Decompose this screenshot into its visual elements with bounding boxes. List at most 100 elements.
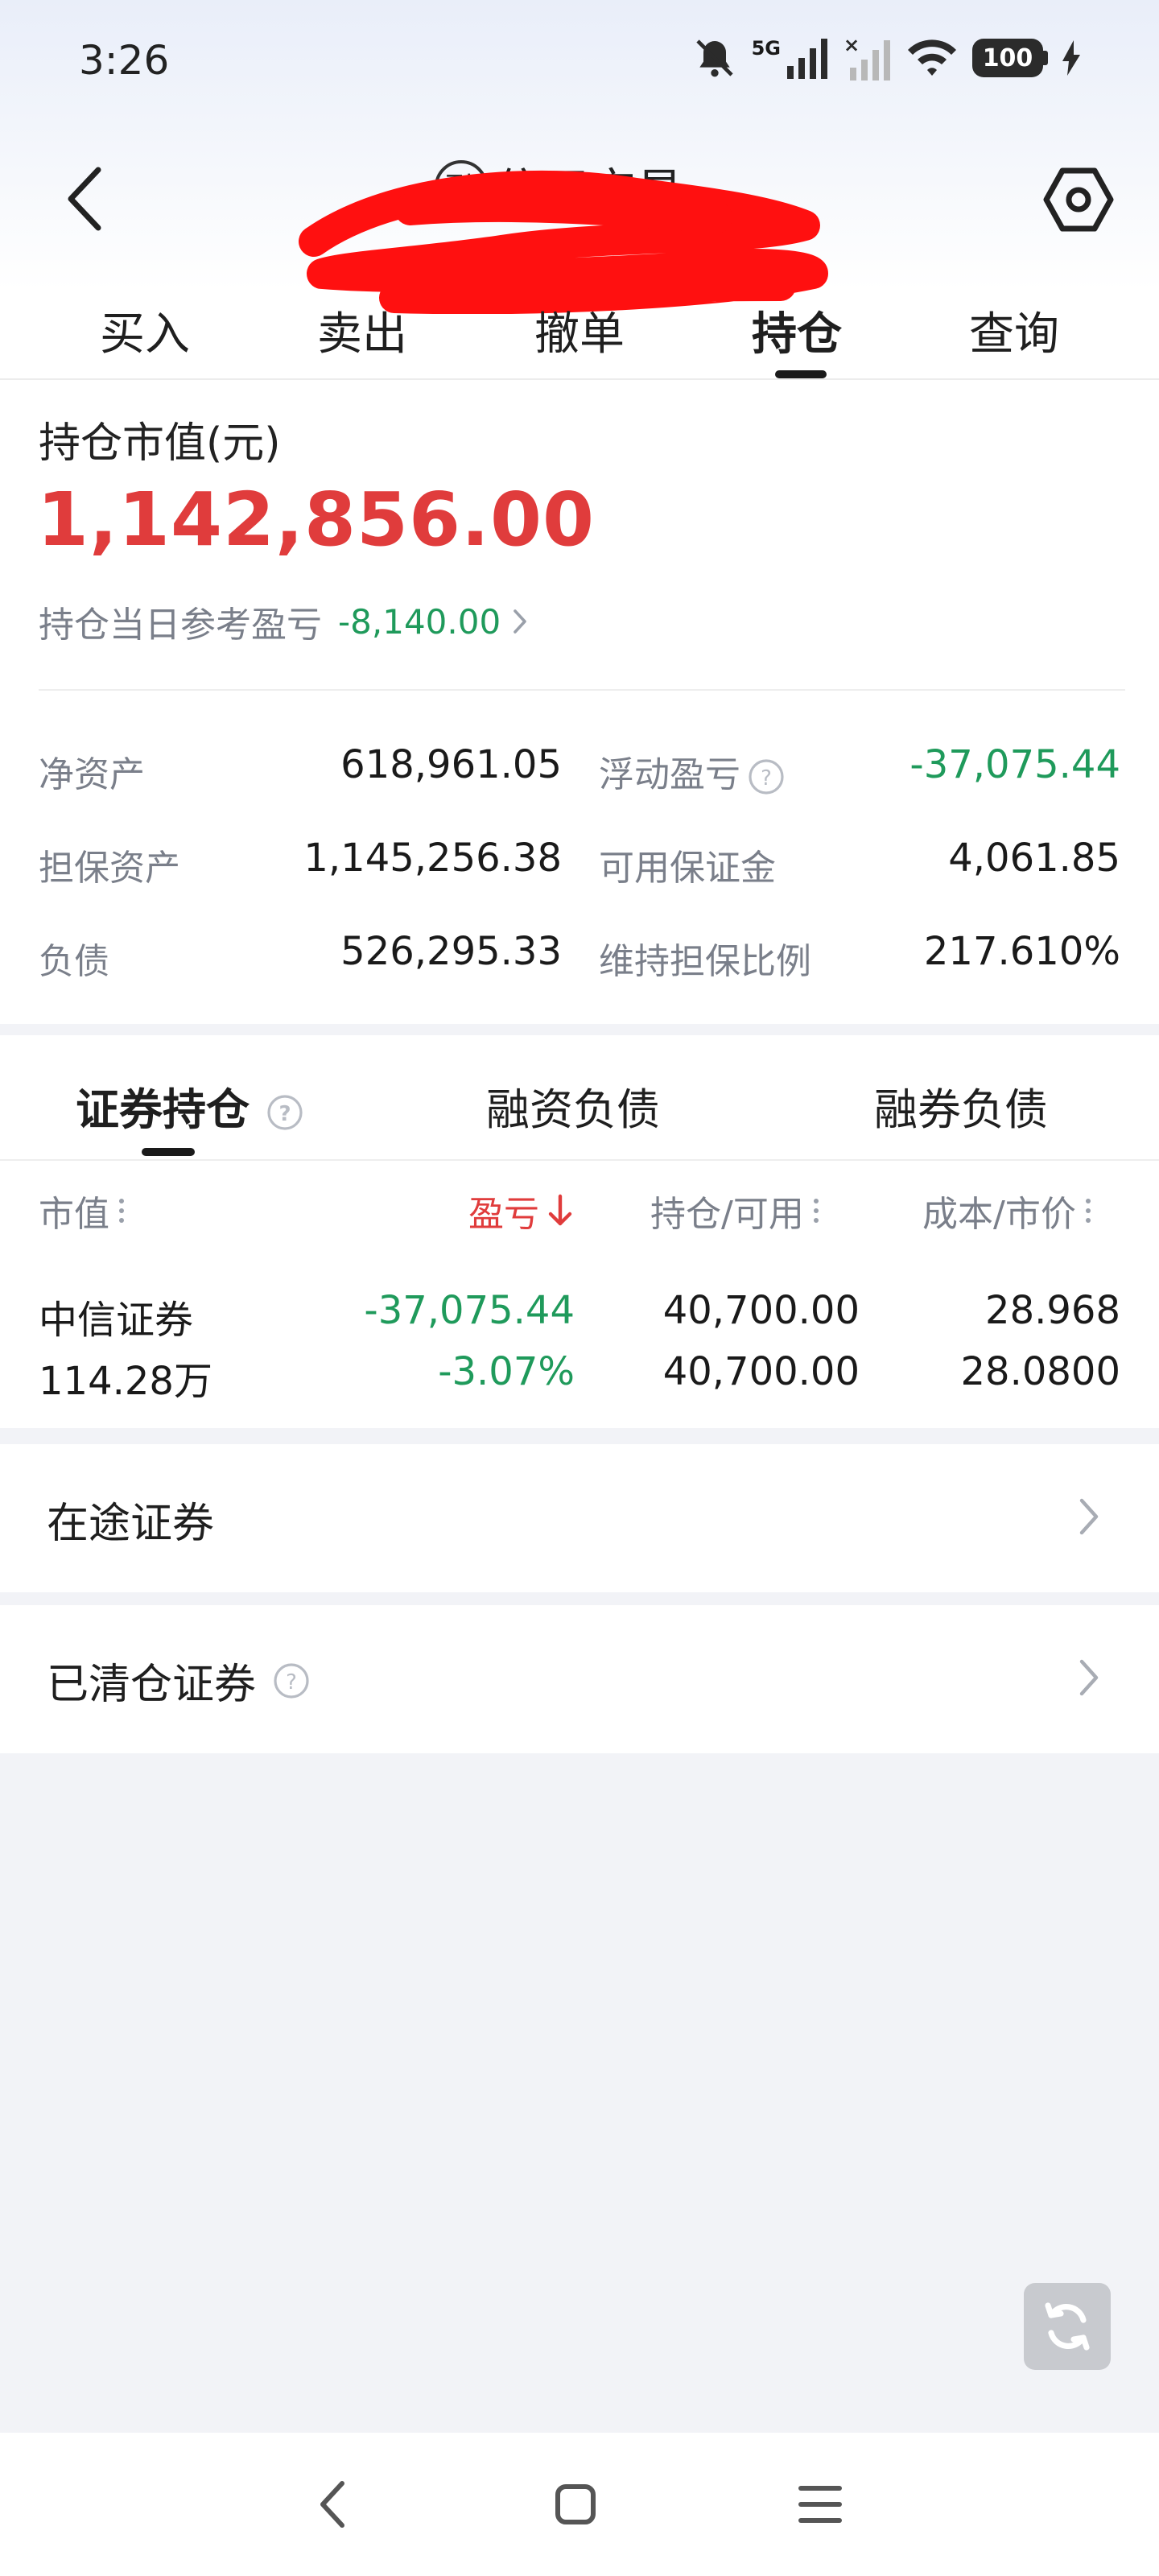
refresh-button[interactable] [1024, 2283, 1111, 2370]
mute-bell-icon [695, 39, 733, 77]
status-time: 3:26 [79, 37, 170, 84]
more-dots-icon [119, 1199, 124, 1223]
metric-row: 负债 526,295.33 维持担保比例 217.610% [0, 921, 1159, 985]
tab-cancel[interactable]: 撤单 [471, 290, 688, 378]
chevron-right-icon [1079, 1498, 1099, 1535]
summary-card: 持仓市值(元) 1,142,856.00 持仓当日参考盈亏 -8,140.00 … [0, 380, 1159, 1024]
metric-row: 净资产 618,961.05 浮动盈亏? -37,075.44 [0, 734, 1159, 799]
stock-pl: -37,075.44 [364, 1288, 575, 1333]
cleared-securities-row[interactable]: 已清仓证券? [0, 1605, 1159, 1753]
col-cost-label: 成本/市价 [922, 1194, 1076, 1235]
status-bar: 3:26 5G × 100 [0, 0, 1159, 129]
liabilities-value: 526,295.33 [340, 929, 562, 974]
tab-positions[interactable]: 持仓 [688, 290, 905, 378]
help-icon[interactable]: ? [272, 1662, 311, 1700]
charging-icon [1062, 40, 1080, 76]
stock-available: 40,700.00 [662, 1349, 860, 1394]
page-title: 信用交易 [496, 163, 683, 218]
col-position-header[interactable]: 持仓/可用 [650, 1185, 819, 1236]
battery-level: 100 [972, 39, 1043, 77]
maintenance-ratio-label: 维持担保比例 [599, 941, 811, 982]
tab-securities-holdings[interactable]: 证券持仓? [76, 1074, 304, 1137]
stock-position: 40,700.00 [662, 1288, 860, 1333]
floating-pl-label: 浮动盈亏 [599, 754, 740, 795]
back-arrow-icon [68, 167, 101, 231]
header: 融 信用交易 [0, 145, 1159, 250]
metric-row: 担保资产 1,145,256.38 可用保证金 4,061.85 [0, 828, 1159, 892]
maintenance-ratio-value: 217.610% [923, 929, 1120, 974]
svg-text:?: ? [278, 1102, 291, 1126]
tab-securities-holdings-label: 证券持仓 [76, 1084, 250, 1135]
collateral-assets-value: 1,145,256.38 [303, 836, 562, 881]
help-icon[interactable]: ? [747, 758, 786, 796]
trade-tabs: 买入 卖出 撤单 持仓 查询 [0, 290, 1159, 378]
in-transit-securities-label: 在途证券 [47, 1500, 215, 1548]
header-title-group: 融 信用交易 [435, 153, 683, 221]
col-market-value-header[interactable]: 市值 [39, 1185, 124, 1236]
sort-down-arrow-icon [548, 1194, 572, 1226]
svg-text:×: × [843, 35, 860, 56]
holdings-section: 证券持仓? 融资负债 融券负债 市值 盈亏 持仓/可用 成本/市价 中信证券 1… [0, 1035, 1159, 1428]
chevron-right-icon [1079, 1659, 1099, 1696]
margin-badge-icon: 融 [435, 160, 488, 213]
col-market-value-label: 市值 [39, 1194, 109, 1235]
floating-pl-value: -37,075.44 [909, 742, 1120, 787]
daily-pl-value: -8,140.00 [338, 601, 501, 642]
battery-icon: 100 [972, 39, 1048, 77]
nav-home-icon [555, 2484, 596, 2524]
cleared-securities-label-group: 已清仓证券? [47, 1650, 311, 1711]
status-icons: 5G × 100 [692, 35, 1080, 80]
network-5g-icon: 5G [752, 37, 829, 79]
chevron-right-icon [514, 609, 526, 634]
stock-price: 28.0800 [960, 1349, 1121, 1394]
tab-securities-lending-liabilities[interactable]: 融券负债 [874, 1074, 1048, 1137]
available-margin-label: 可用保证金 [599, 848, 776, 889]
net-assets-value: 618,961.05 [340, 742, 562, 787]
floating-pl-label-group: 浮动盈亏? [599, 745, 786, 797]
tab-query[interactable]: 查询 [905, 290, 1123, 378]
nav-menu-icon [798, 2486, 842, 2523]
tab-sell[interactable]: 卖出 [254, 290, 471, 378]
nav-home-button[interactable] [539, 2468, 612, 2541]
signal-bars-icon [787, 39, 827, 79]
nav-menu-button[interactable] [784, 2468, 856, 2541]
col-cost-header[interactable]: 成本/市价 [922, 1185, 1091, 1236]
refresh-icon [1045, 2302, 1090, 2351]
more-dots-icon [1085, 1199, 1091, 1223]
stock-pl-pct: -3.07% [438, 1349, 575, 1394]
sub-tabs-divider [0, 1159, 1159, 1161]
stock-market-value: 114.28万 [39, 1359, 212, 1404]
holdings-sub-tabs: 证券持仓? 融资负债 融券负债 [0, 1035, 1159, 1161]
table-row[interactable]: 中信证券 114.28万 -37,075.44 -3.07% 40,700.00… [0, 1277, 1159, 1422]
daily-pl-label: 持仓当日参考盈亏 [39, 605, 322, 646]
tab-buy[interactable]: 买入 [36, 290, 254, 378]
collateral-assets-label: 担保资产 [39, 848, 180, 889]
hexagon-settings-icon [1043, 167, 1114, 232]
cleared-securities-label: 已清仓证券 [47, 1661, 257, 1709]
daily-pl-link[interactable]: 持仓当日参考盈亏 -8,140.00 [39, 596, 528, 647]
nav-back-icon [320, 2481, 344, 2528]
col-position-label: 持仓/可用 [650, 1194, 804, 1235]
available-margin-value: 4,061.85 [948, 836, 1120, 881]
stock-name: 中信证券 [39, 1298, 194, 1343]
market-value: 1,142,856.00 [37, 477, 595, 563]
help-icon[interactable]: ? [266, 1093, 304, 1132]
liabilities-label: 负债 [39, 941, 109, 982]
nav-back-button[interactable] [296, 2468, 369, 2541]
summary-divider [39, 689, 1125, 691]
back-button[interactable] [52, 163, 116, 235]
network-label: 5G [751, 37, 781, 60]
col-pl-label: 盈亏 [468, 1194, 539, 1235]
market-value-label: 持仓市值(元) [39, 419, 281, 468]
svg-text:?: ? [286, 1670, 297, 1695]
stock-cost: 28.968 [985, 1288, 1120, 1333]
tab-financing-liabilities[interactable]: 融资负债 [486, 1074, 660, 1137]
svg-text:?: ? [761, 766, 772, 791]
col-pl-header[interactable]: 盈亏 [468, 1185, 573, 1236]
system-nav-bar [0, 2433, 1159, 2576]
signal-bars-empty-icon: × [843, 35, 890, 80]
settings-button[interactable] [1038, 159, 1119, 240]
net-assets-label: 净资产 [39, 754, 145, 795]
in-transit-securities-row[interactable]: 在途证券 [0, 1444, 1159, 1592]
wifi-icon [908, 39, 956, 76]
